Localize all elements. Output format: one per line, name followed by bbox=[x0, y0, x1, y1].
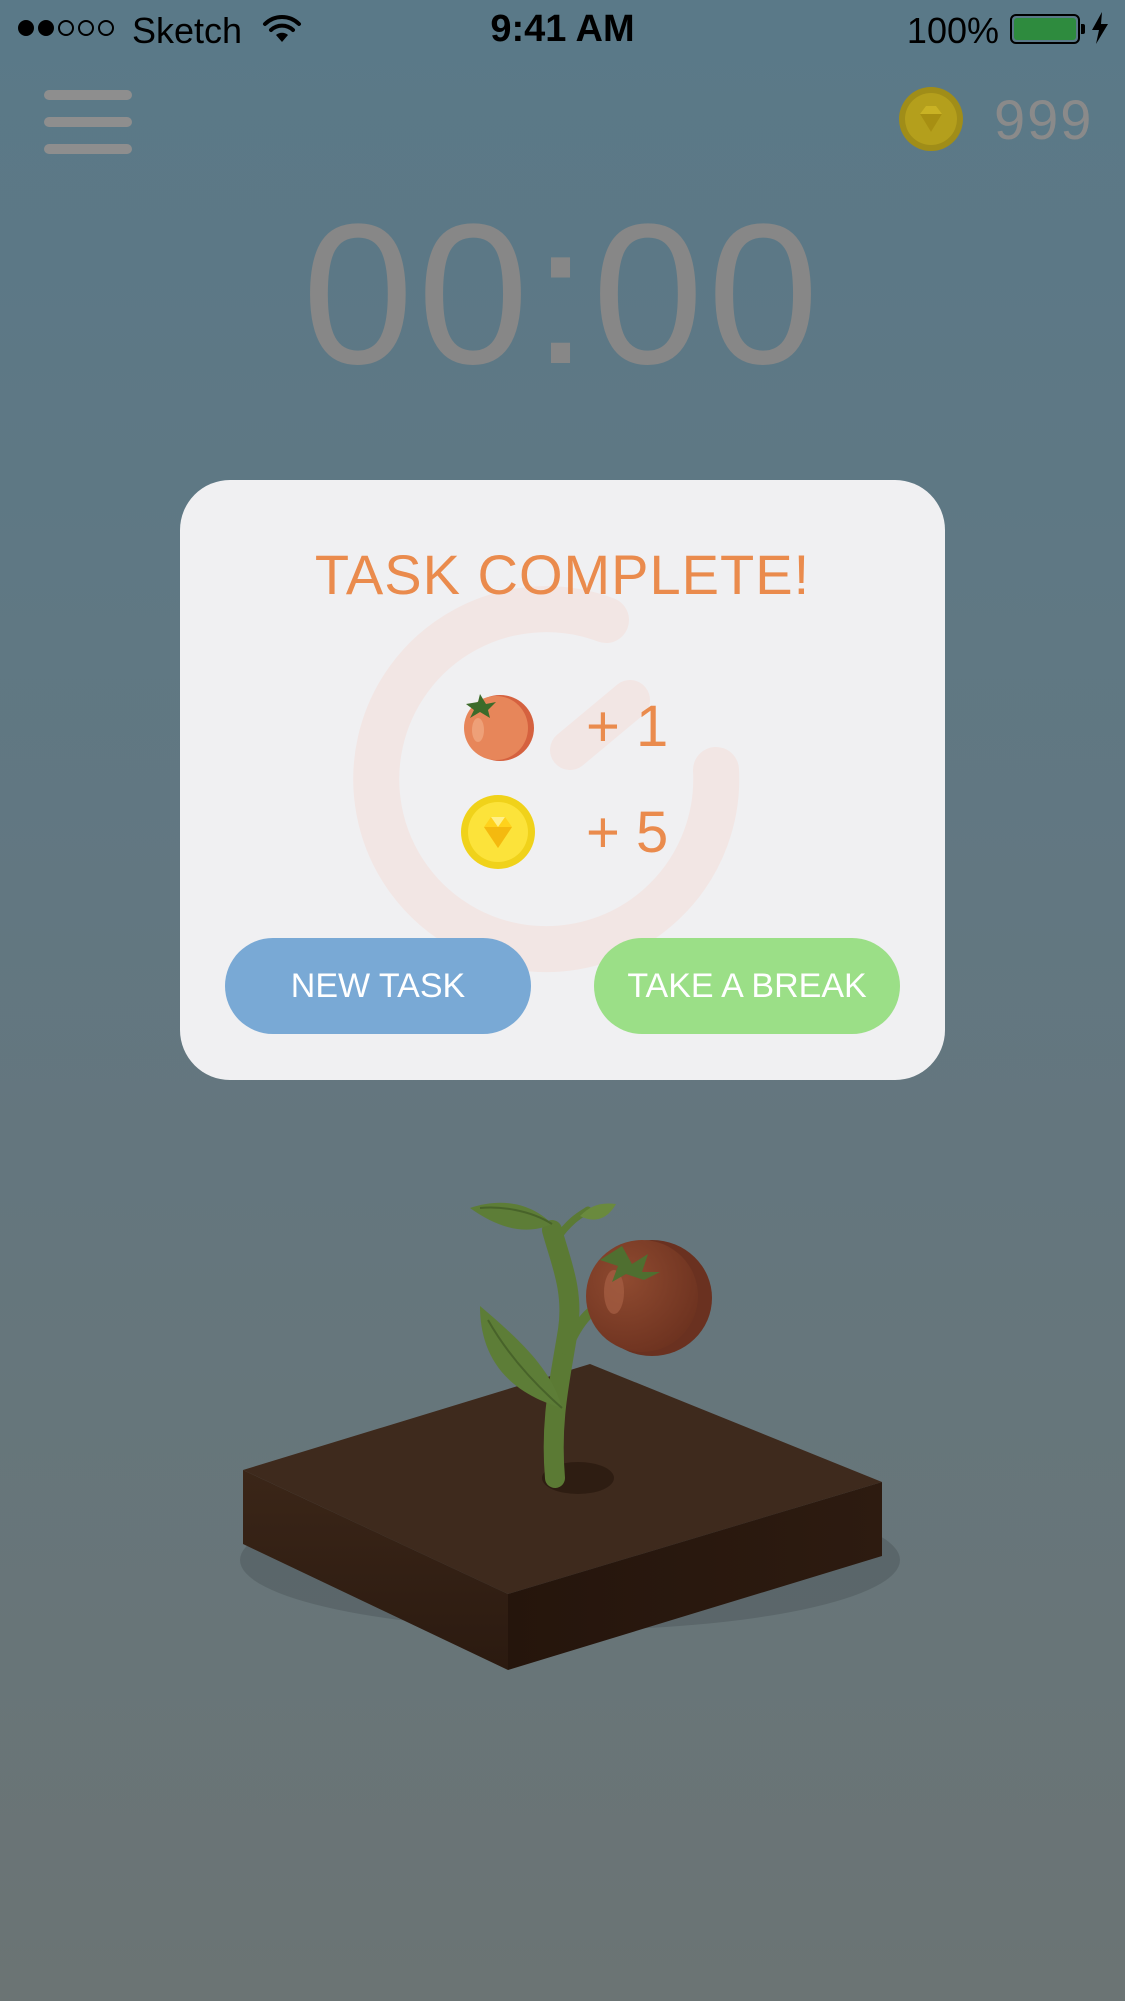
timer-display: 00:00 bbox=[302, 183, 823, 406]
status-bar: Sketch 9:41 AM 100% bbox=[0, 0, 1125, 60]
coin-reward-amount: + 5 bbox=[586, 799, 669, 865]
battery-percentage: 100% bbox=[906, 10, 999, 51]
charging-bolt-icon bbox=[1092, 12, 1108, 44]
gold-coin-icon bbox=[461, 795, 535, 869]
hamburger-menu-icon[interactable] bbox=[44, 88, 132, 156]
coin-reward-row: + 5 bbox=[460, 794, 668, 870]
gold-coin-icon bbox=[899, 87, 963, 151]
new-task-button[interactable]: NEW TASK bbox=[225, 938, 531, 1034]
tomato-reward-row: + 1 bbox=[460, 690, 668, 762]
task-complete-modal: TASK COMPLETE! + 1 + 5 NEW TASK TAKE A B… bbox=[180, 480, 945, 1080]
tomato-icon bbox=[464, 694, 534, 761]
app-screen: Sketch 9:41 AM 100% 999 00:00 TASK COMPL… bbox=[0, 0, 1125, 2001]
coin-counter: 999 bbox=[898, 86, 1093, 152]
take-a-break-button[interactable]: TAKE A BREAK bbox=[594, 938, 900, 1034]
tomato-plant-illustration bbox=[240, 1202, 900, 1670]
modal-title: TASK COMPLETE! bbox=[314, 543, 811, 606]
battery-icon bbox=[1010, 14, 1085, 44]
coin-count: 999 bbox=[994, 87, 1094, 151]
tomato-reward-amount: + 1 bbox=[586, 693, 669, 759]
